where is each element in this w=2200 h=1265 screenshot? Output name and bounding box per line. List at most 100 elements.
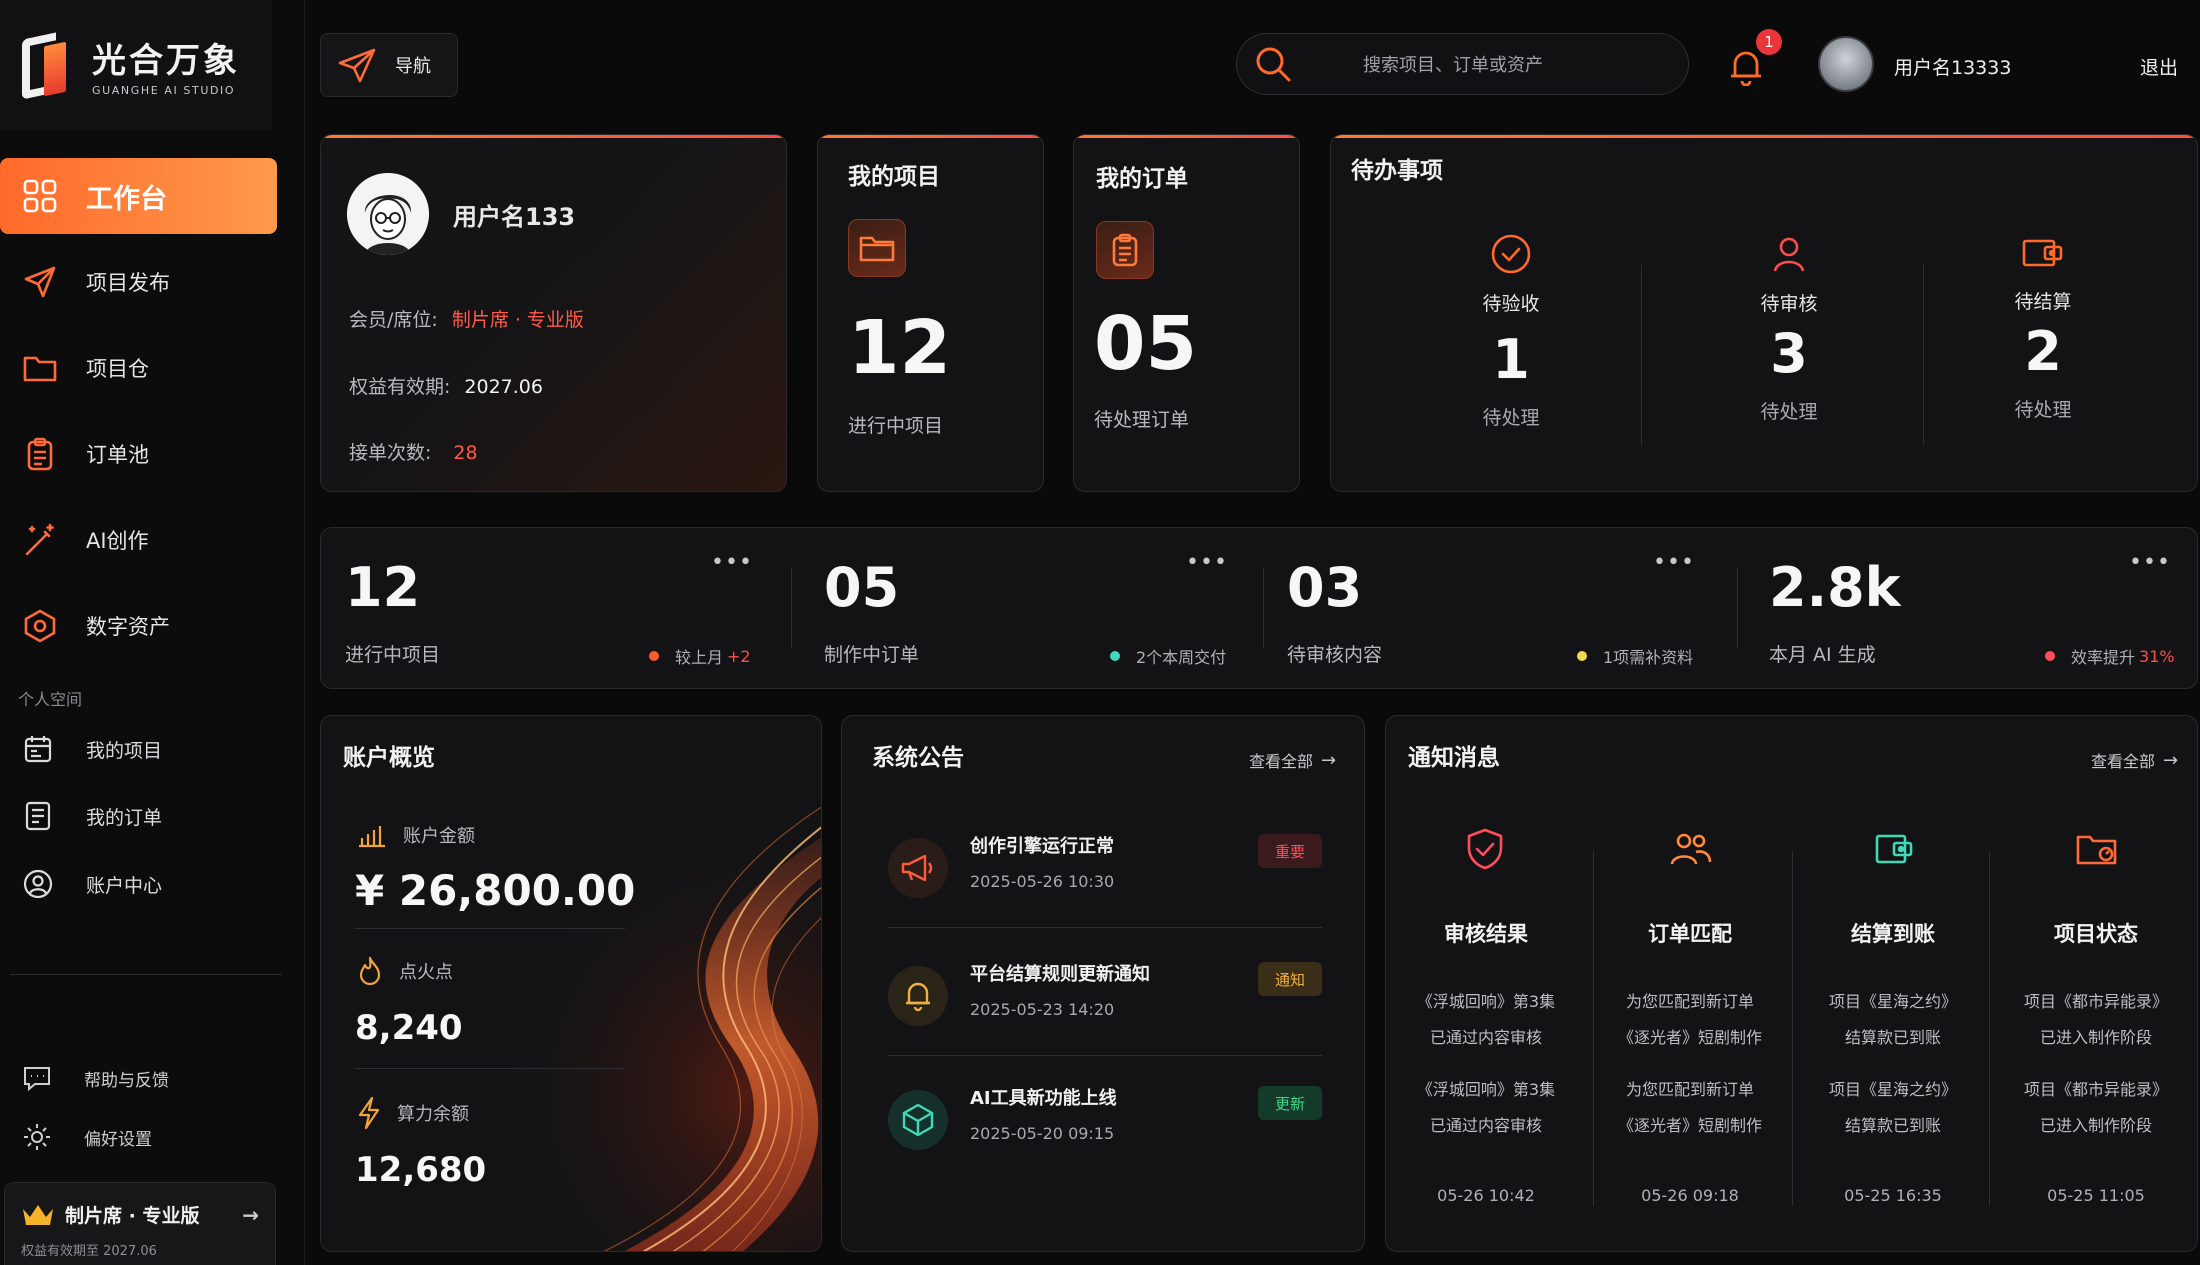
more-icon[interactable]: ••• (1653, 550, 1695, 575)
message-line: 《逐光者》短剧制作 (1617, 1116, 1762, 1135)
sidebar-item-preferences[interactable]: 偏好设置 (0, 1112, 152, 1162)
topbar-username[interactable]: 用户名13333 (1894, 53, 2011, 80)
sidebar-item-digital-asset[interactable]: 数字资产 (0, 588, 277, 664)
status-badge: 通知 (1258, 962, 1322, 996)
todo-item-acceptance[interactable]: 待验收 1 待处理 (1391, 233, 1631, 430)
view-all-link[interactable]: 查看全部 → (1249, 748, 1336, 772)
sidebar-item-project-publish[interactable]: 项目发布 (0, 244, 277, 320)
bar-chart-icon (357, 822, 387, 848)
sidebar-item-order-pool[interactable]: 订单池 (0, 416, 277, 492)
avatar[interactable] (1818, 36, 1874, 92)
message-line: 项目《星海之约》 (1828, 992, 1957, 1011)
crown-icon (21, 1203, 55, 1227)
metric-tag-text: 1项需补资料 (1603, 648, 1694, 667)
expire-label: 权益有效期: (349, 376, 451, 398)
sidebar-item-workbench[interactable]: 工作台 (0, 158, 277, 234)
metrics-strip: 12 进行中项目 ••• 较上月 +2 05 制作中订单 ••• 2个本周交付 … (320, 527, 2198, 689)
todo-item-review[interactable]: 待审核 3 待处理 (1669, 233, 1909, 424)
clipboard-icon (1096, 221, 1154, 279)
folder-icon (20, 348, 60, 388)
profile-card: 用户名133 会员/席位: 制片席 · 专业版 权益有效期: 2027.06 接单次… (320, 134, 787, 492)
balance-label-row: 账户金额 (357, 822, 475, 848)
sidebar-item-project-repo[interactable]: 项目仓 (0, 330, 277, 406)
notice-item[interactable]: 平台结算规则更新通知 2025-05-23 14:20 通知 (888, 938, 1322, 1062)
clipboard-icon (20, 434, 60, 474)
member-title: 制片席 · 专业版 (65, 1205, 200, 1227)
metric-label: 制作中订单 (824, 644, 920, 666)
message-col-settlement[interactable]: 结算到账 项目《星海之约》 结算款已到账 项目《星海之约》 结算款已到账 05-… (1793, 716, 1993, 1251)
message-line: 已进入制作阶段 (2039, 1028, 2152, 1047)
status-badge: 更新 (1258, 1086, 1322, 1120)
account-overview-card: 账户概览 账户金额 ¥ 26,800.00 点火点 8,240 算力余额 12,… (320, 715, 822, 1252)
metric-tag-text: 较上月 (675, 648, 724, 667)
member-card[interactable]: 制片席 · 专业版 → 权益有效期至 2027.06 (4, 1182, 276, 1265)
my-orders-count: 05 (1094, 301, 1197, 387)
search-input[interactable]: 搜索项目、订单或资产 (1236, 33, 1689, 95)
folder-icon (848, 219, 906, 277)
todo-status: 待处理 (1482, 407, 1540, 429)
more-icon[interactable]: ••• (711, 550, 753, 575)
navigation-button[interactable]: 导航 (320, 33, 458, 97)
message-line: 结算款已到账 (1844, 1028, 1941, 1047)
message-line: 为您匹配到新订单 (1625, 1080, 1754, 1099)
notice-title: 平台结算规则更新通知 (970, 964, 1150, 985)
my-orders-card[interactable]: 我的订单 05 待处理订单 (1073, 134, 1300, 492)
notice-item[interactable]: AI工具新功能上线 2025-05-20 09:15 更新 (888, 1062, 1322, 1186)
metric-review[interactable]: 03 待审核内容 ••• 1项需补资料 (1263, 528, 1737, 688)
compute-label-row: 算力余额 (357, 1096, 469, 1130)
divider (888, 927, 1322, 928)
balance-value: ¥ 26,800.00 (355, 866, 636, 915)
status-dot (649, 651, 659, 661)
lightning-icon (357, 1096, 381, 1130)
message-col-project-status[interactable]: 项目状态 项目《都市异能录》 已进入制作阶段 项目《都市异能录》 已进入制作阶段… (1996, 716, 2196, 1251)
metric-projects[interactable]: 12 进行中项目 ••• 较上月 +2 (321, 528, 793, 688)
message-time: 05-26 10:42 (1437, 1186, 1535, 1205)
metric-value: 2.8k (1769, 556, 1901, 619)
arrow-right-icon[interactable]: → (242, 1203, 259, 1227)
message-time: 05-25 16:35 (1844, 1186, 1942, 1205)
users-icon (1670, 828, 1712, 870)
system-notice-card: 系统公告 查看全部 → 创作引擎运行正常 2025-05-26 10:30 重要 … (841, 715, 1365, 1252)
message-line: 结算款已到账 (1844, 1116, 1941, 1135)
sidebar-item-account-center[interactable]: 账户中心 (0, 854, 280, 914)
sidebar-item-help[interactable]: 帮助与反馈 (0, 1053, 169, 1103)
brand-logo[interactable]: 光合万象 GUANGHE AI STUDIO (0, 0, 272, 130)
profile-avatar[interactable] (347, 173, 429, 255)
divider (1641, 265, 1642, 445)
todo-item-settlement[interactable]: 待结算 2 待处理 (1923, 233, 2163, 422)
logout-button[interactable]: 退出 (2140, 53, 2178, 80)
notice-item[interactable]: 创作引擎运行正常 2025-05-26 10:30 重要 (888, 810, 1322, 934)
sidebar-item-ai-create[interactable]: AI创作 (0, 502, 277, 578)
divider (1737, 568, 1738, 648)
brand-name: 光合万象 (92, 41, 240, 81)
todo-status: 待处理 (1760, 401, 1818, 423)
message-line: 已进入制作阶段 (2039, 1116, 2152, 1135)
notice-date: 2025-05-23 14:20 (970, 1000, 1115, 1019)
sidebar-item-my-projects[interactable]: 我的项目 (0, 719, 280, 779)
my-projects-card[interactable]: 我的项目 12 进行中项目 (817, 134, 1044, 492)
sidebar-item-label: 我的项目 (86, 739, 163, 762)
message-line: 项目《都市异能录》 (2023, 992, 2168, 1011)
orders-label: 接单次数: (349, 442, 432, 464)
metric-orders[interactable]: 05 制作中订单 ••• 2个本周交付 (800, 528, 1272, 688)
more-icon[interactable]: ••• (2129, 550, 2171, 575)
orders-value: 28 (453, 442, 478, 464)
more-icon[interactable]: ••• (1186, 550, 1228, 575)
sidebar-item-my-orders[interactable]: 我的订单 (0, 786, 280, 846)
profile-name: 用户名133 (453, 203, 576, 231)
logo-mark-icon (22, 30, 74, 100)
user-circle-icon (20, 866, 56, 902)
metric-ai-generation[interactable]: 2.8k 本月 AI 生成 ••• 效率提升 31% (1745, 528, 2197, 688)
message-col-review[interactable]: 审核结果 《浮城回响》第3集 已通过内容审核 《浮城回响》第3集 已通过内容审核… (1386, 716, 1586, 1251)
message-line: 《浮城回响》第3集 (1416, 992, 1556, 1011)
sidebar-item-label: 数字资产 (86, 615, 170, 639)
divider (888, 1055, 1322, 1056)
bell-icon[interactable] (1728, 48, 1764, 87)
profile-member-row: 会员/席位: 制片席 · 专业版 (349, 305, 584, 332)
notification-badge: 1 (1756, 29, 1782, 55)
message-col-order-match[interactable]: 订单匹配 为您匹配到新订单 《逐光者》短剧制作 为您匹配到新订单 《逐光者》短剧… (1590, 716, 1790, 1251)
bell-icon (888, 966, 948, 1026)
spark-label: 点火点 (399, 962, 453, 983)
metric-tag-highlight: +2 (727, 646, 751, 666)
metric-tag-text: 效率提升 (2071, 648, 2136, 667)
